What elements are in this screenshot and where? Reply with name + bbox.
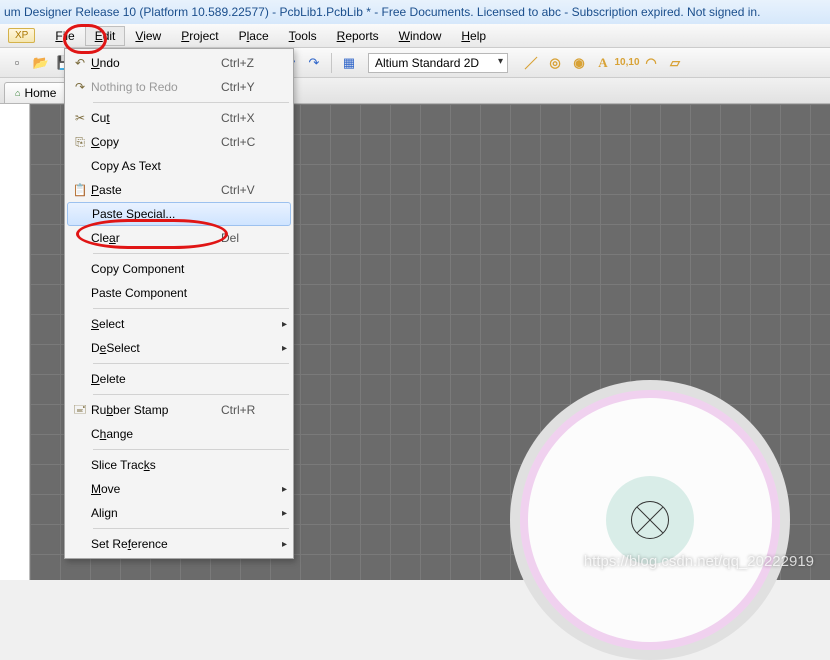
submenu-arrow-icon: ▸ bbox=[275, 539, 287, 550]
window-title: um Designer Release 10 (Platform 10.589.… bbox=[4, 5, 760, 19]
menuitem-paste-component[interactable]: Paste Component bbox=[65, 281, 293, 305]
submenu-arrow-icon: ▸ bbox=[275, 508, 287, 519]
menu-separator bbox=[93, 102, 289, 103]
menuitem-cut[interactable]: ✂ Cut Ctrl+X bbox=[65, 106, 293, 130]
menuitem-paste-special[interactable]: Paste Special... bbox=[67, 202, 291, 226]
submenu-arrow-icon: ▸ bbox=[275, 484, 287, 495]
view-config-label: Altium Standard 2D bbox=[375, 56, 479, 70]
menuitem-paste[interactable]: 📋 Paste Ctrl+V bbox=[65, 178, 293, 202]
shortcut: Ctrl+C bbox=[221, 135, 275, 149]
rubber-stamp-icon: 🖃 bbox=[69, 400, 91, 421]
menuitem-rubber-stamp[interactable]: 🖃 Rubber Stamp Ctrl+R bbox=[65, 398, 293, 422]
redo-icon[interactable]: ↷ bbox=[303, 52, 325, 74]
region-tool-icon[interactable]: ▱ bbox=[664, 52, 686, 74]
menu-reports[interactable]: Reports bbox=[327, 26, 389, 46]
menu-help[interactable]: Help bbox=[451, 26, 496, 46]
menu-separator bbox=[93, 394, 289, 395]
dimension-tool-icon[interactable]: 10,10 bbox=[616, 52, 638, 74]
pad-origin-icon bbox=[631, 501, 669, 539]
menuitem-move[interactable]: Move ▸ bbox=[65, 477, 293, 501]
submenu-arrow-icon: ▸ bbox=[275, 343, 287, 354]
dxp-chip[interactable]: XP bbox=[8, 28, 35, 43]
menuitem-deselect[interactable]: DeSelect ▸ bbox=[65, 336, 293, 360]
shortcut: Ctrl+X bbox=[221, 111, 275, 125]
shortcut: Del bbox=[221, 231, 275, 245]
menuitem-select[interactable]: Select ▸ bbox=[65, 312, 293, 336]
home-icon: ⌂ bbox=[15, 88, 20, 98]
toolbar-separator bbox=[331, 53, 332, 73]
menubar: XP File Edit View Project Place Tools Re… bbox=[0, 24, 830, 48]
line-tool-icon[interactable]: ／ bbox=[520, 52, 542, 74]
view-config-combo[interactable]: Altium Standard 2D bbox=[368, 53, 508, 73]
via-tool-icon[interactable]: ◉ bbox=[568, 52, 590, 74]
menuitem-copy-as-text[interactable]: Copy As Text bbox=[65, 154, 293, 178]
string-tool-icon[interactable]: A bbox=[592, 52, 614, 74]
tab-home[interactable]: ⌂ Home bbox=[4, 82, 67, 103]
canvas-margin bbox=[0, 104, 30, 580]
menuitem-redo: ↷ Nothing to Redo Ctrl+Y bbox=[65, 75, 293, 99]
menuitem-set-reference[interactable]: Set Reference ▸ bbox=[65, 532, 293, 556]
menuitem-copy-component[interactable]: Copy Component bbox=[65, 257, 293, 281]
pcb-pad-component[interactable] bbox=[510, 380, 790, 660]
redo-icon: ↷ bbox=[69, 80, 91, 94]
copy-icon: ⎘ bbox=[69, 135, 91, 150]
menuitem-align[interactable]: Align ▸ bbox=[65, 501, 293, 525]
menu-separator bbox=[93, 528, 289, 529]
tab-label: Home bbox=[24, 86, 56, 100]
menuitem-delete[interactable]: Delete bbox=[65, 367, 293, 391]
cut-icon: ✂ bbox=[69, 111, 91, 125]
menu-place[interactable]: Place bbox=[229, 26, 279, 46]
watermark: https://blog.csdn.net/qq_20222919 bbox=[584, 553, 814, 570]
pad-tool-icon[interactable]: ◎ bbox=[544, 52, 566, 74]
menuitem-slice-tracks[interactable]: Slice Tracks bbox=[65, 453, 293, 477]
menu-separator bbox=[93, 308, 289, 309]
menuitem-copy[interactable]: ⎘ Copy Ctrl+C bbox=[65, 130, 293, 154]
edit-menu-dropdown: ↶ Undo Ctrl+Z ↷ Nothing to Redo Ctrl+Y ✂… bbox=[64, 48, 294, 559]
menu-separator bbox=[93, 363, 289, 364]
undo-icon: ↶ bbox=[69, 56, 91, 70]
arc-tool-icon[interactable]: ◠ bbox=[640, 52, 662, 74]
window-titlebar: um Designer Release 10 (Platform 10.589.… bbox=[0, 0, 830, 24]
menu-project[interactable]: Project bbox=[171, 26, 228, 46]
menu-edit[interactable]: Edit bbox=[85, 26, 126, 46]
open-icon[interactable]: 📂 bbox=[30, 52, 52, 74]
menuitem-clear[interactable]: Clear Del bbox=[65, 226, 293, 250]
paste-icon: 📋 bbox=[69, 183, 91, 197]
menu-tools[interactable]: Tools bbox=[279, 26, 327, 46]
new-icon[interactable]: ▫ bbox=[6, 52, 28, 74]
shortcut: Ctrl+Y bbox=[221, 80, 275, 94]
menu-file[interactable]: File bbox=[45, 26, 84, 46]
shortcut: Ctrl+R bbox=[221, 403, 275, 417]
grid-icon[interactable]: ▦ bbox=[338, 52, 360, 74]
submenu-arrow-icon: ▸ bbox=[275, 319, 287, 330]
menuitem-undo[interactable]: ↶ Undo Ctrl+Z bbox=[65, 51, 293, 75]
shortcut: Ctrl+Z bbox=[221, 56, 275, 70]
shortcut: Ctrl+V bbox=[221, 183, 275, 197]
menu-separator bbox=[93, 253, 289, 254]
menu-view[interactable]: View bbox=[125, 26, 171, 46]
menuitem-change[interactable]: Change bbox=[65, 422, 293, 446]
menu-separator bbox=[93, 449, 289, 450]
menu-window[interactable]: Window bbox=[389, 26, 452, 46]
